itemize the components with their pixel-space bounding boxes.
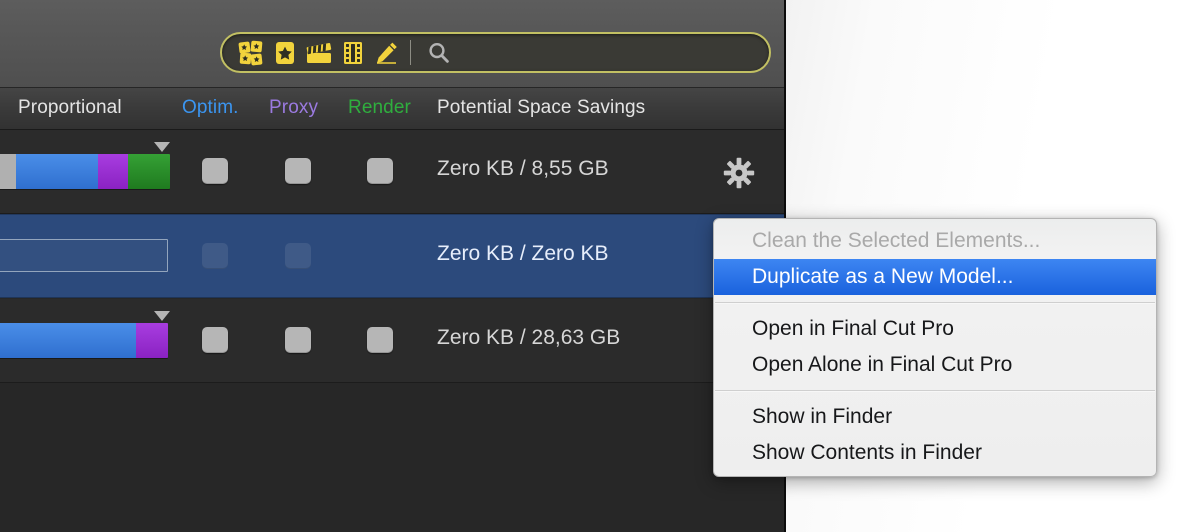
pencil-icon[interactable]: [370, 38, 404, 68]
bar-marker: [154, 142, 170, 152]
menu-item-open-alone-in-final-cut-pro[interactable]: Open Alone in Final Cut Pro: [714, 347, 1156, 383]
column-header-proxy[interactable]: Proxy: [269, 97, 318, 119]
menu-item-open-in-final-cut-pro[interactable]: Open in Final Cut Pro: [714, 311, 1156, 347]
checkbox-optim[interactable]: [202, 158, 228, 184]
search-input[interactable]: [456, 38, 769, 68]
proportional-bar: [0, 142, 170, 189]
checkbox-optim[interactable]: [202, 327, 228, 353]
column-header-proportional[interactable]: Proportional: [18, 97, 122, 119]
menu-separator: [715, 302, 1155, 304]
search-field[interactable]: [220, 32, 771, 73]
context-menu: Clean the Selected Elements... Duplicate…: [713, 218, 1157, 477]
savings-value: Zero KB / 28,63 GB: [437, 326, 621, 349]
four-stars-grid-icon[interactable]: [234, 38, 268, 68]
bar-marker: [154, 311, 170, 321]
menu-item-duplicate-as-new-model[interactable]: Duplicate as a New Model...: [714, 259, 1156, 295]
checkbox-proxy[interactable]: [285, 158, 311, 184]
menu-item-show-contents-in-finder[interactable]: Show Contents in Finder: [714, 435, 1156, 471]
table-row[interactable]: Zero KB / 8,55 GB: [0, 130, 786, 214]
search-icon[interactable]: [422, 38, 456, 68]
proportional-bar: [0, 239, 170, 274]
checkbox-proxy[interactable]: [285, 327, 311, 353]
savings-value: Zero KB / Zero KB: [437, 242, 609, 265]
toolbar-divider: [410, 40, 411, 65]
menu-separator: [715, 390, 1155, 392]
gear-icon[interactable]: [722, 156, 756, 190]
table-empty-area: [0, 383, 786, 532]
table-row[interactable]: Zero KB / 28,63 GB: [0, 299, 786, 383]
menu-item-show-in-finder[interactable]: Show in Finder: [714, 399, 1156, 435]
checkbox-render[interactable]: [367, 158, 393, 184]
bar-segment-proxy: [136, 323, 168, 358]
app-window: Proportional Optim. Proxy Render Potenti…: [0, 0, 786, 532]
savings-value: Zero KB / 8,55 GB: [437, 157, 609, 180]
column-header-render[interactable]: Render: [348, 97, 411, 119]
star-icon[interactable]: [268, 38, 302, 68]
checkbox-optim[interactable]: [202, 243, 228, 269]
bar-segment-optimized: [0, 323, 136, 358]
table-body: Zero KB / 8,55 GB Zero KB / Zero KB Zero…: [0, 130, 786, 532]
screenshot-root: Proportional Optim. Proxy Render Potenti…: [0, 0, 1200, 532]
bar-segment-render: [128, 154, 170, 189]
proportional-bar: [0, 311, 170, 358]
toolbar: [0, 0, 786, 88]
column-header-optim[interactable]: Optim.: [182, 97, 239, 119]
film-strip-icon[interactable]: [336, 38, 370, 68]
checkbox-render[interactable]: [367, 327, 393, 353]
bar-segment-original: [0, 154, 16, 189]
menu-item-clean-selected-elements: Clean the Selected Elements...: [752, 229, 1041, 252]
bar-segment-proxy: [98, 154, 128, 189]
column-header-potential-space-savings[interactable]: Potential Space Savings: [437, 97, 645, 119]
checkbox-proxy[interactable]: [285, 243, 311, 269]
clapperboard-icon[interactable]: [302, 38, 336, 68]
table-row[interactable]: Zero KB / Zero KB: [0, 214, 786, 298]
bar-segment-optimized: [16, 154, 98, 189]
table-column-header: Proportional Optim. Proxy Render Potenti…: [0, 88, 786, 130]
